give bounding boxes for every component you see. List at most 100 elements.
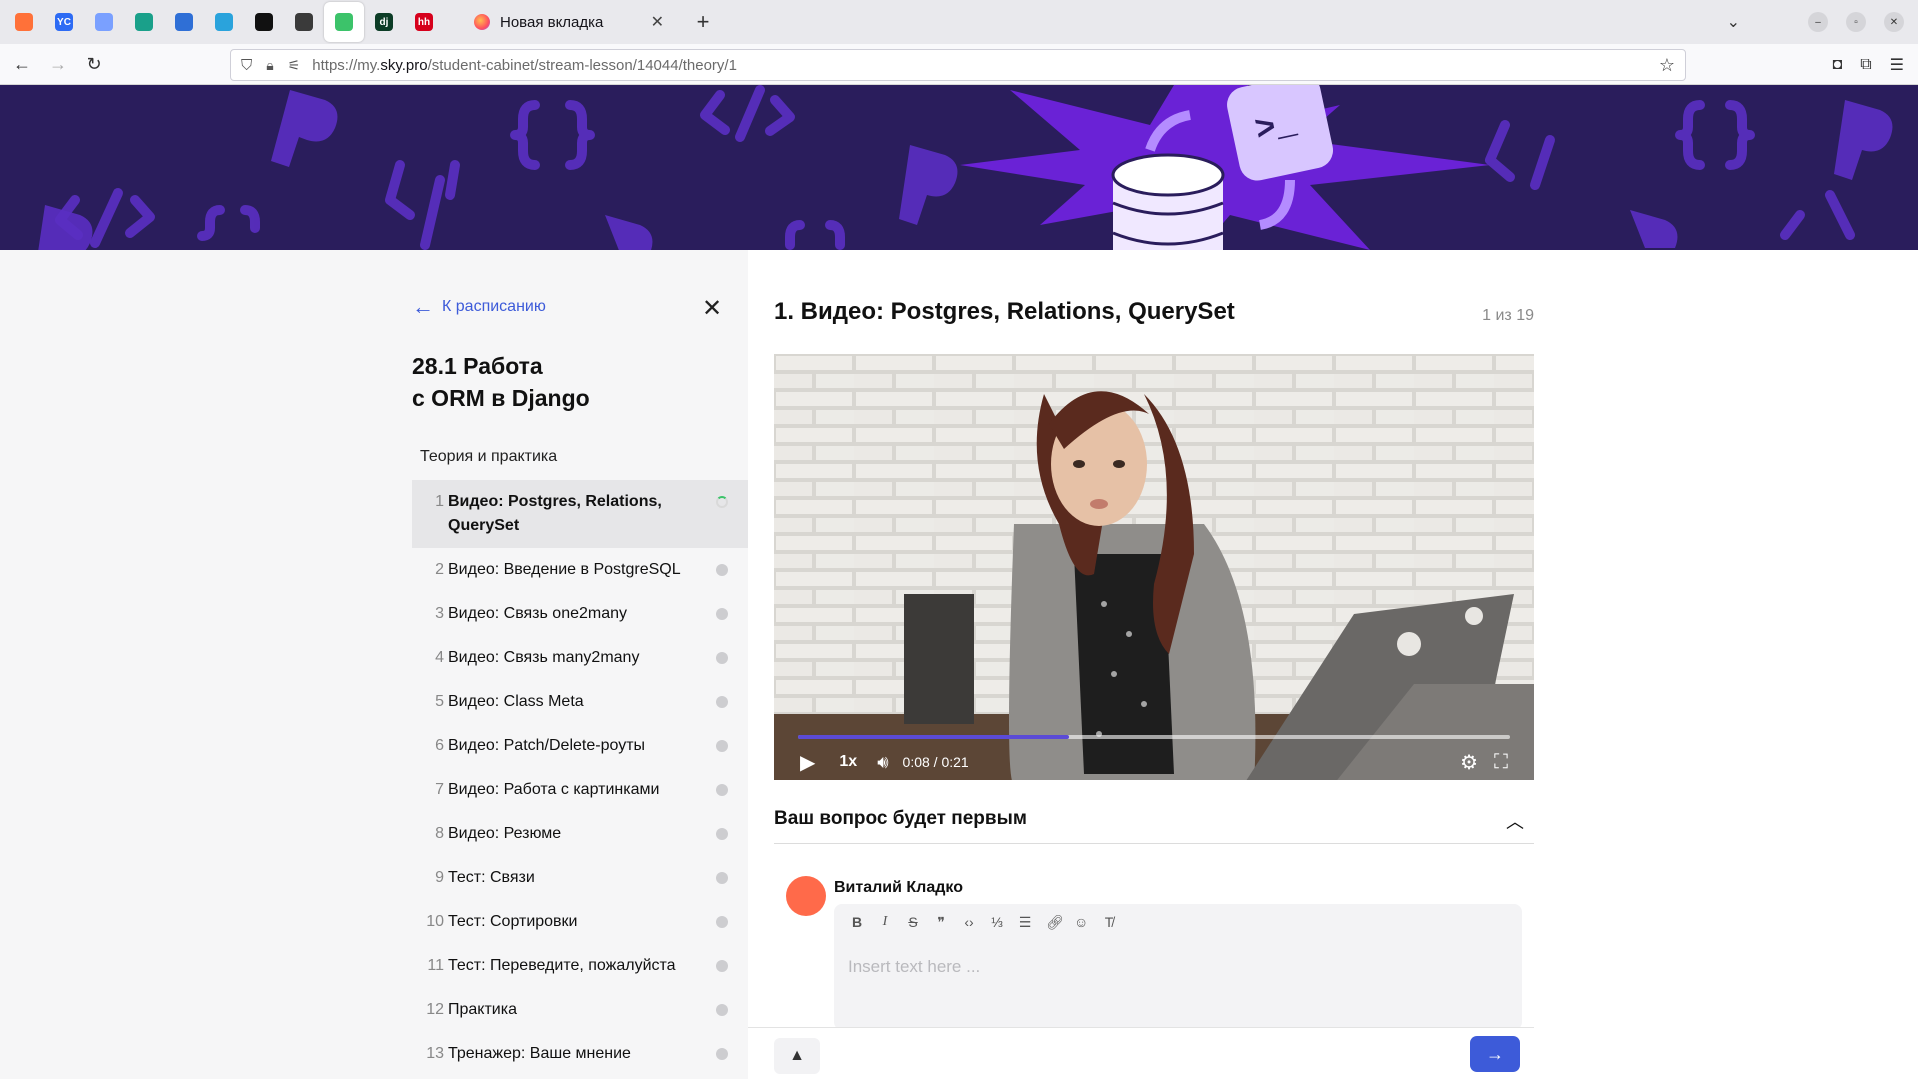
lock-icon[interactable]: 🔒︎ — [266, 57, 273, 74]
close-sidebar-icon[interactable]: ✕ — [702, 294, 722, 323]
hh-icon: hh — [415, 13, 433, 31]
robot-icon — [135, 13, 153, 31]
pinned-tab[interactable]: hh — [404, 2, 444, 42]
arrow-left-icon: ← — [412, 294, 434, 319]
comment-editor: B I S ❞ ‹› ⅓ ☰ 🔗︎ ☺ T̸ — [834, 904, 1522, 1030]
pinned-tab[interactable]: YC — [44, 2, 84, 42]
fullscreen-icon[interactable]: ⛶ — [1494, 751, 1508, 774]
arrow-right-icon: → — [1486, 1043, 1504, 1064]
pinned-tab[interactable] — [4, 2, 44, 42]
pinned-tab[interactable] — [164, 2, 204, 42]
pinned-tab[interactable] — [204, 2, 244, 42]
tab-title: Новая вкладка — [500, 13, 604, 31]
lesson-item[interactable]: 7 Видео: Работа с картинками — [412, 768, 748, 812]
banner-illustration: >_ — [38, 85, 1893, 250]
lesson-item[interactable]: 3 Видео: Связь one2many — [412, 592, 748, 636]
video-frame — [774, 354, 1534, 780]
questions-header[interactable]: Ваш вопрос будет первым ︿ — [774, 808, 1534, 844]
lesson-item[interactable]: 11 Тест: Переведите, пожалуйста — [412, 944, 748, 988]
send-button[interactable]: → — [1470, 1036, 1520, 1072]
lesson-number: 13 — [426, 1045, 444, 1062]
pinned-tab[interactable] — [284, 2, 324, 42]
course-title-line2: с ORM в Django — [412, 385, 590, 411]
emoji-icon[interactable]: ☺ — [1074, 914, 1088, 931]
url-path: /student-cabinet/stream-lesson/14044/the… — [427, 56, 737, 74]
settings-icon[interactable]: ⚙ — [1460, 750, 1478, 775]
list-tabs-icon[interactable]: ⌄ — [1727, 12, 1740, 32]
pinned-tab[interactable] — [84, 2, 124, 42]
status-icon — [716, 1004, 728, 1016]
status-icon — [716, 564, 728, 576]
lesson-name: Видео: Связь one2many — [448, 605, 628, 622]
pinned-tab[interactable] — [124, 2, 164, 42]
lesson-item[interactable]: 12 Практика — [412, 988, 748, 1032]
lesson-item[interactable]: 8 Видео: Резюме — [412, 812, 748, 856]
github-icon — [255, 13, 273, 31]
link-icon[interactable]: 🔗︎ — [1046, 914, 1064, 931]
shield-icon[interactable]: ⛉ — [241, 57, 252, 74]
app-icon — [95, 13, 113, 31]
lesson-item[interactable]: 9 Тест: Связи — [412, 856, 748, 900]
comment-input[interactable] — [848, 952, 1508, 982]
new-tab-button[interactable]: + — [688, 9, 718, 35]
lesson-number: 8 — [435, 825, 444, 842]
browser-tab-bar: YC dj hh Новая вкладка ✕ + ⌄ – ▫ ✕ — [0, 0, 1918, 44]
playback-speed-button[interactable]: 1x — [839, 753, 857, 771]
pinned-tab[interactable] — [244, 2, 284, 42]
status-icon — [716, 496, 728, 508]
play-icon[interactable]: ▶ — [800, 750, 815, 775]
report-button[interactable]: ▲ — [774, 1038, 820, 1074]
italic-icon[interactable]: I — [878, 914, 892, 931]
browser-tab[interactable]: Новая вкладка ✕ — [464, 4, 674, 40]
lesson-name: Видео: Class Meta — [448, 693, 584, 710]
editor-toolbar: B I S ❞ ‹› ⅓ ☰ 🔗︎ ☺ T̸ — [850, 914, 1116, 931]
code-icon[interactable]: ‹› — [962, 914, 976, 931]
lesson-name: Практика — [448, 1001, 517, 1018]
lesson-item[interactable]: 1 Видео: Postgres, Relations, QuerySet — [412, 480, 748, 548]
close-window-icon[interactable]: ✕ — [1884, 12, 1904, 32]
status-icon — [716, 608, 728, 620]
lesson-number: 6 — [435, 737, 444, 754]
volume-icon[interactable]: 🔊︎ — [877, 752, 888, 773]
lesson-name: Видео: Работа с картинками — [448, 781, 660, 798]
back-to-schedule-link[interactable]: ← К расписанию — [412, 296, 546, 318]
permissions-icon[interactable]: ⚟ — [288, 57, 301, 74]
status-icon — [716, 784, 728, 796]
lesson-item[interactable]: 5 Видео: Class Meta — [412, 680, 748, 724]
bookmark-star-icon[interactable]: ☆ — [1659, 55, 1675, 76]
forward-icon[interactable]: → — [40, 48, 76, 80]
ordered-list-icon[interactable]: ⅓ — [990, 914, 1004, 931]
menu-icon[interactable]: ☰ — [1890, 55, 1904, 75]
firefox-icon — [474, 14, 490, 30]
pinned-tabs: YC dj hh — [4, 2, 444, 42]
lesson-number: 5 — [435, 693, 444, 710]
video-player[interactable]: ▶ 1x 🔊︎ 0:08 / 0:21 ⚙ ⛶ — [774, 354, 1534, 780]
clear-format-icon[interactable]: T̸ — [1102, 914, 1116, 931]
lesson-number: 2 — [435, 561, 444, 578]
pocket-icon[interactable]: ◘ — [1833, 56, 1843, 74]
author-name: Виталий Кладко — [834, 879, 963, 896]
bold-icon[interactable]: B — [850, 914, 864, 931]
strikethrough-icon[interactable]: S — [906, 914, 920, 931]
pinned-tab[interactable]: dj — [364, 2, 404, 42]
lesson-number: 11 — [427, 957, 444, 974]
status-icon — [716, 1048, 728, 1060]
maximize-icon[interactable]: ▫ — [1846, 12, 1866, 32]
address-bar[interactable]: ⛉ 🔒︎ ⚟ https://my. sky.pro/student-cabine… — [230, 49, 1686, 81]
extensions-icon[interactable]: ⧉ — [1860, 56, 1871, 74]
lesson-item[interactable]: 2 Видео: Введение в PostgreSQL — [412, 548, 748, 592]
lesson-item[interactable]: 10 Тест: Сортировки — [412, 900, 748, 944]
lesson-item[interactable]: 13 Тренажер: Ваше мнение — [412, 1032, 748, 1076]
lesson-item[interactable]: 6 Видео: Patch/Delete-роуты — [412, 724, 748, 768]
chevron-up-icon[interactable]: ︿ — [1506, 808, 1524, 834]
bullet-list-icon[interactable]: ☰ — [1018, 914, 1032, 931]
back-icon[interactable]: ← — [4, 48, 40, 80]
reload-icon[interactable]: ↻ — [76, 48, 112, 80]
lesson-number: 10 — [426, 913, 444, 930]
tab-close-icon[interactable]: ✕ — [651, 12, 664, 32]
lesson-item[interactable]: 4 Видео: Связь many2many — [412, 636, 748, 680]
quote-icon[interactable]: ❞ — [934, 914, 948, 931]
minimize-icon[interactable]: – — [1808, 12, 1828, 32]
video-progress-bar[interactable] — [798, 735, 1510, 739]
pinned-tab[interactable] — [324, 2, 364, 42]
